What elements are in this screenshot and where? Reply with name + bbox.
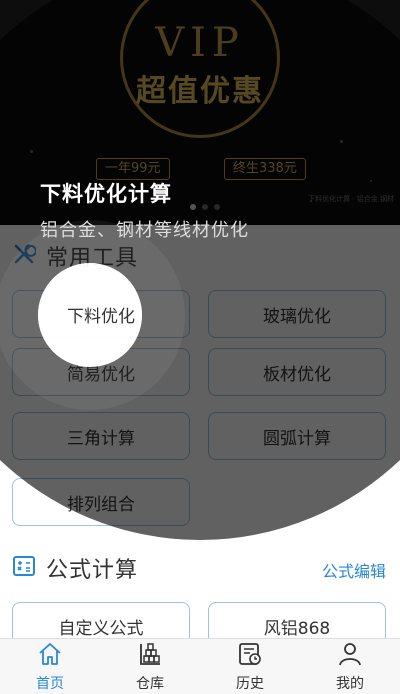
formula-section-title: 公式计算: [46, 558, 139, 583]
nav-warehouse[interactable]: 仓库: [100, 639, 200, 694]
nav-profile-label: 我的: [336, 675, 364, 692]
nav-profile[interactable]: 我的: [300, 639, 400, 694]
price-lifetime: 终生338元: [224, 158, 306, 180]
tool-arc-calc-button[interactable]: 圆弧计算: [208, 412, 386, 460]
pager-dot: [202, 204, 208, 210]
pager-dot: [214, 204, 220, 210]
tool-permutation-button[interactable]: 排列组合: [12, 478, 190, 526]
tool-glass-optimization-button[interactable]: 玻璃优化: [208, 290, 386, 338]
tool-simple-optimization-button[interactable]: 简易优化: [12, 348, 190, 396]
warehouse-icon: [137, 641, 163, 671]
tools-section-title: 常用工具: [46, 246, 139, 271]
banner-note: 下料优化计算 · 铝合金 钢材: [308, 195, 394, 203]
vip-label: VIP: [155, 20, 245, 66]
history-icon: [237, 641, 263, 671]
nav-history-label: 历史: [236, 675, 264, 692]
tools-icon: [12, 242, 37, 270]
banner-headline: 超值优惠: [136, 74, 264, 109]
guide-title: 下料优化计算: [40, 182, 172, 206]
guide-description: 铝合金、钢材等线材优化: [40, 220, 249, 241]
nav-history[interactable]: 历史: [200, 639, 300, 694]
nav-home[interactable]: 首页: [0, 639, 100, 694]
home-icon: [37, 641, 63, 671]
highlighted-cutting-optimization[interactable]: 下料优化: [12, 290, 190, 338]
profile-icon: [337, 641, 363, 671]
formula-edit-link[interactable]: 公式编辑: [322, 558, 386, 582]
tool-sheet-optimization-button[interactable]: 板材优化: [208, 348, 386, 396]
banner-pager: [190, 204, 220, 210]
formula-section-header: 公式计算: [12, 552, 138, 584]
nav-home-label: 首页: [36, 675, 64, 692]
bottom-nav: 首页 仓库 历史 我的: [0, 638, 400, 694]
nav-warehouse-label: 仓库: [136, 675, 164, 692]
price-year: 一年99元: [96, 158, 170, 180]
calculator-icon: [12, 554, 36, 582]
pager-dot: [190, 204, 196, 210]
tools-section-header: 常用工具: [12, 240, 138, 272]
tool-triangle-calc-button[interactable]: 三角计算: [12, 412, 190, 460]
